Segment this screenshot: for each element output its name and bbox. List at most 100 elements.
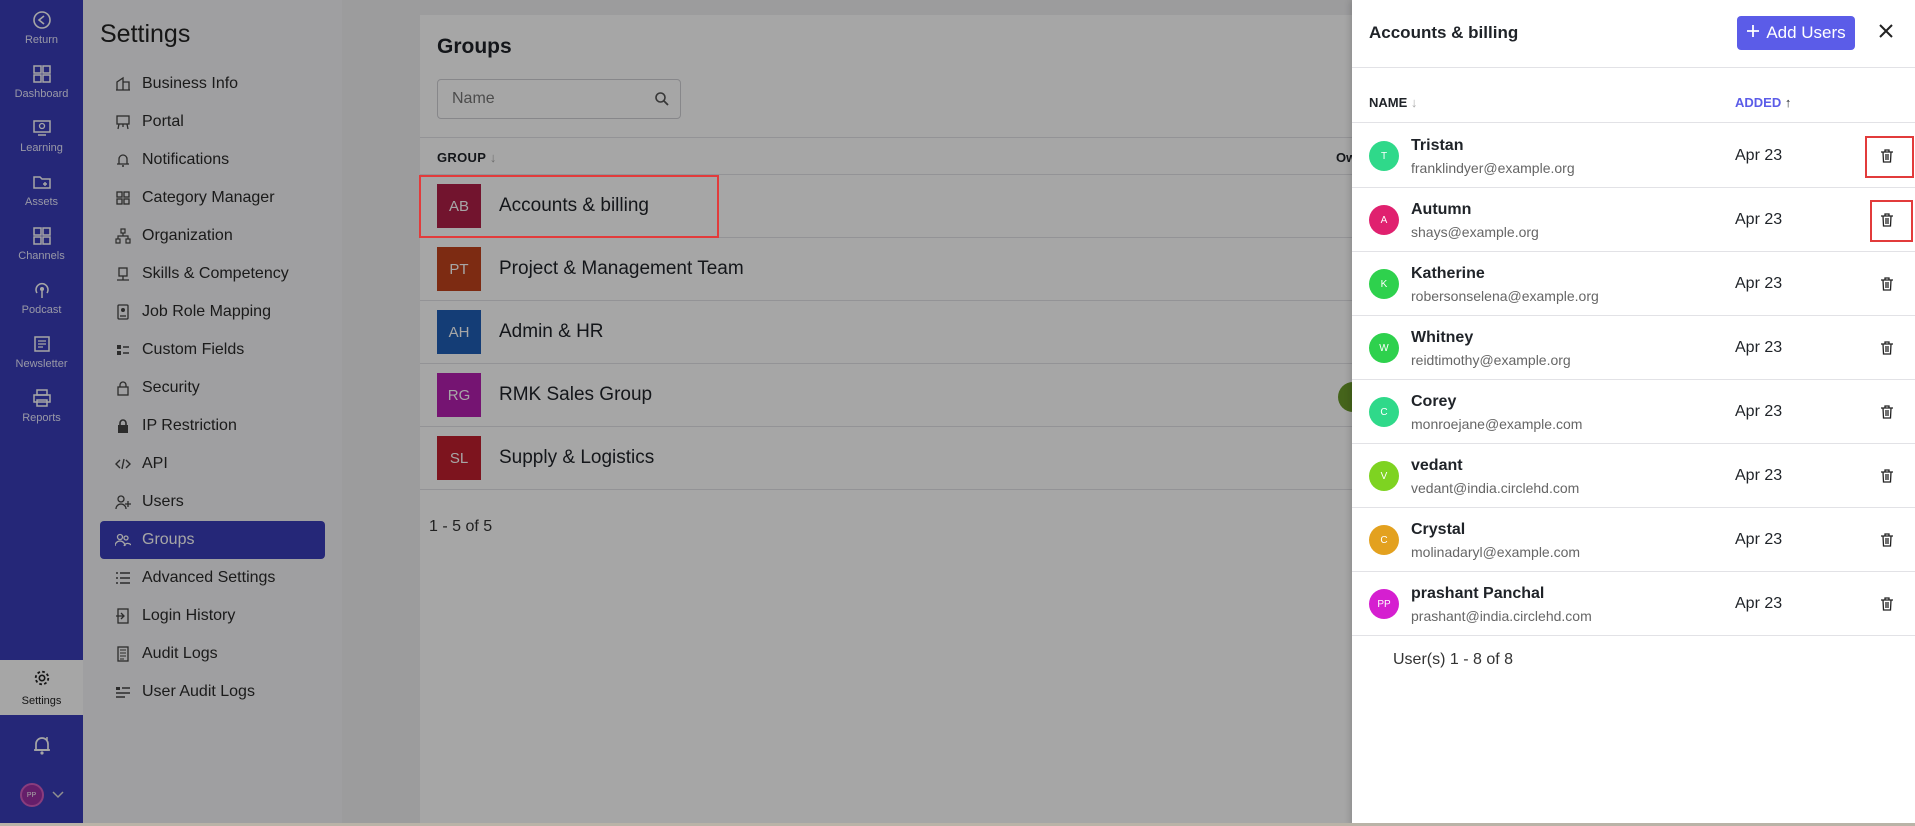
audit-icon	[114, 645, 132, 663]
user-email: robersonselena@example.org	[1411, 288, 1599, 304]
trash-icon[interactable]	[1879, 276, 1895, 292]
menu-item-job-role-mapping[interactable]: Job Role Mapping	[100, 293, 325, 331]
menu-item-label: Job Role Mapping	[142, 303, 271, 320]
menu-item-label: Skills & Competency	[142, 265, 289, 282]
menu-item-login-history[interactable]: Login History	[100, 597, 325, 635]
menu-item-skills[interactable]: Skills & Competency	[100, 255, 325, 293]
added-date: Apr 23	[1735, 147, 1783, 164]
trash-icon[interactable]	[1879, 340, 1895, 356]
trash-icon[interactable]	[1879, 596, 1895, 612]
highlight-box	[1865, 136, 1914, 178]
rail-label: Learning	[20, 141, 63, 154]
rail-newsletter[interactable]: Newsletter	[0, 324, 83, 378]
table-row[interactable]: PT Project & Management Team	[420, 238, 1352, 301]
rail-label: Return	[24, 33, 59, 46]
menu-item-portal[interactable]: Portal	[100, 103, 325, 141]
menu-item-label: Audit Logs	[142, 645, 218, 662]
rail-return[interactable]: Return	[0, 0, 83, 54]
group-name[interactable]: Supply & Logistics	[499, 447, 654, 469]
added-date: Apr 23	[1735, 595, 1783, 612]
list-item: K Katherine robersonselena@example.org A…	[1352, 252, 1915, 316]
reports-icon	[31, 387, 53, 409]
skills-icon	[114, 265, 132, 283]
menu-list: Business Info Portal Notifications Categ…	[100, 65, 325, 711]
column-header-name[interactable]: NAME ↓	[1369, 95, 1417, 110]
group-initials-badge: SL	[437, 436, 481, 480]
settings-menu: Settings Business Info Portal Notificati…	[83, 0, 342, 826]
menu-item-organization[interactable]: Organization	[100, 217, 325, 255]
menu-item-label: Custom Fields	[142, 341, 245, 358]
menu-item-users[interactable]: Users	[100, 483, 325, 521]
table-row[interactable]: RG RMK Sales Group	[420, 364, 1352, 427]
rail-label: Reports	[22, 411, 61, 424]
menu-item-category-manager[interactable]: Category Manager	[100, 179, 325, 217]
lock-icon	[114, 417, 132, 435]
menu-item-groups[interactable]: Groups	[100, 521, 325, 559]
menu-item-label: Category Manager	[142, 189, 275, 206]
user-email: franklindyer@example.org	[1411, 160, 1575, 176]
table-row[interactable]: AH Admin & HR	[420, 301, 1352, 364]
user-name: Corey	[1411, 393, 1457, 410]
user-name: Tristan	[1411, 137, 1464, 154]
added-date: Apr 23	[1735, 275, 1783, 292]
rail-reports[interactable]: Reports	[0, 378, 83, 432]
column-header-label: NAME	[1369, 95, 1408, 110]
learning-icon	[31, 117, 53, 139]
rail-assets[interactable]: Assets	[0, 162, 83, 216]
menu-item-api[interactable]: API	[100, 445, 325, 483]
user-email: shays@example.org	[1411, 224, 1539, 240]
menu-item-label: Advanced Settings	[142, 569, 276, 586]
group-name[interactable]: Project & Management Team	[499, 258, 744, 280]
menu-item-label: Login History	[142, 607, 236, 624]
menu-item-custom-fields[interactable]: Custom Fields	[100, 331, 325, 369]
highlight-box	[419, 175, 719, 238]
column-header-group[interactable]: GROUP ↓	[437, 150, 497, 165]
list-item: C Corey monroejane@example.com Apr 23	[1352, 380, 1915, 444]
user-name: Whitney	[1411, 329, 1474, 346]
user-menu[interactable]: PP	[0, 780, 83, 810]
added-date: Apr 23	[1735, 211, 1783, 228]
search-icon[interactable]	[654, 91, 670, 112]
added-date: Apr 23	[1735, 467, 1783, 484]
avatar: W	[1369, 333, 1399, 363]
rail-label: Settings	[21, 694, 62, 707]
rail-learning[interactable]: Learning	[0, 108, 83, 162]
menu-item-security[interactable]: Security	[100, 369, 325, 407]
menu-item-business-info[interactable]: Business Info	[100, 65, 325, 103]
menu-item-ip-restriction[interactable]: IP Restriction	[100, 407, 325, 445]
avatar: T	[1369, 141, 1399, 171]
group-name[interactable]: RMK Sales Group	[499, 384, 652, 406]
user-name: Autumn	[1411, 201, 1472, 218]
menu-item-label: Organization	[142, 227, 233, 244]
add-users-button[interactable]: Add Users	[1737, 16, 1855, 50]
rail-channels[interactable]: Channels	[0, 216, 83, 270]
list-icon	[114, 569, 132, 587]
rail-settings[interactable]: Settings	[0, 660, 83, 715]
group-name[interactable]: Admin & HR	[499, 321, 604, 343]
search-input[interactable]	[438, 80, 638, 118]
podcast-icon	[31, 279, 53, 301]
rail-label: Dashboard	[14, 87, 69, 100]
trash-icon[interactable]	[1879, 532, 1895, 548]
members-pagination-label: User(s) 1 - 8 of 8	[1393, 651, 1514, 668]
members-table-header: NAME ↓ ADDED ↑	[1352, 67, 1915, 123]
trash-icon[interactable]	[1879, 404, 1895, 420]
plus-icon	[1746, 23, 1760, 43]
close-button[interactable]	[1875, 22, 1897, 44]
rail-dashboard[interactable]: Dashboard	[0, 54, 83, 108]
column-header-added[interactable]: ADDED ↑	[1735, 95, 1791, 110]
table-row[interactable]: SL Supply & Logistics	[420, 427, 1352, 490]
rail-label: Assets	[24, 195, 58, 208]
users-icon	[114, 531, 132, 549]
menu-item-audit-logs[interactable]: Audit Logs	[100, 635, 325, 673]
rail-podcast[interactable]: Podcast	[0, 270, 83, 324]
notification-bell[interactable]	[0, 730, 83, 764]
badge-icon	[114, 303, 132, 321]
menu-item-label: Notifications	[142, 151, 230, 168]
sort-arrow-icon: ↓	[489, 150, 497, 165]
trash-icon[interactable]	[1879, 468, 1895, 484]
return-icon	[31, 9, 53, 31]
menu-item-user-audit-logs[interactable]: User Audit Logs	[100, 673, 325, 711]
menu-item-advanced-settings[interactable]: Advanced Settings	[100, 559, 325, 597]
menu-item-notifications[interactable]: Notifications	[100, 141, 325, 179]
